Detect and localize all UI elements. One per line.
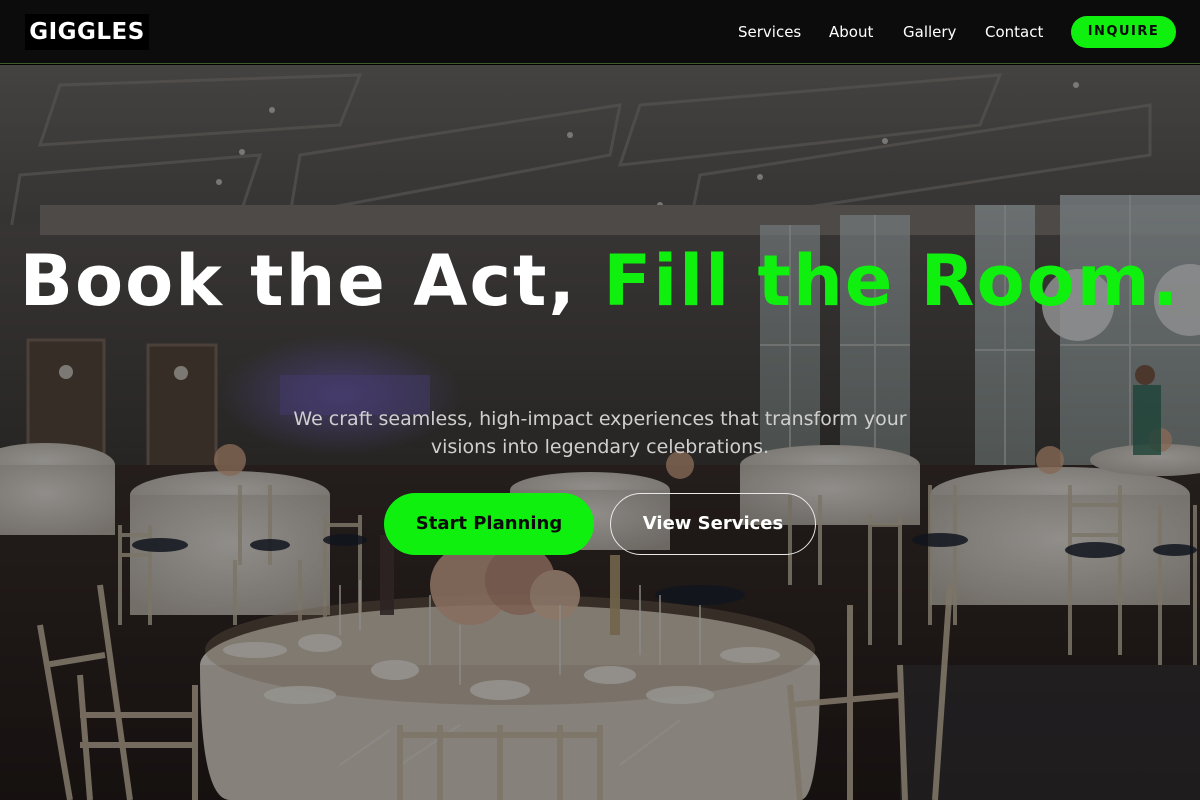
view-services-button[interactable]: View Services: [610, 493, 816, 555]
hero-headline: Book the Act, Fill the Room.: [0, 245, 1200, 317]
nav-link-services[interactable]: Services: [738, 22, 801, 42]
headline-accent-text: Fill the Room.: [603, 240, 1181, 322]
site-logo[interactable]: GIGGLES: [25, 14, 149, 50]
hero-subtitle: We craft seamless, high-impact experienc…: [293, 408, 907, 458]
inquire-button[interactable]: INQUIRE: [1071, 16, 1176, 48]
start-planning-button[interactable]: Start Planning: [384, 493, 594, 555]
nav-link-about[interactable]: About: [829, 22, 873, 42]
nav-link-gallery[interactable]: Gallery: [903, 22, 956, 42]
nav-link-contact[interactable]: Contact: [985, 22, 1043, 42]
headline-text: Book the Act,: [19, 240, 604, 322]
site-header: GIGGLES Services About Gallery Contact I…: [0, 0, 1200, 64]
